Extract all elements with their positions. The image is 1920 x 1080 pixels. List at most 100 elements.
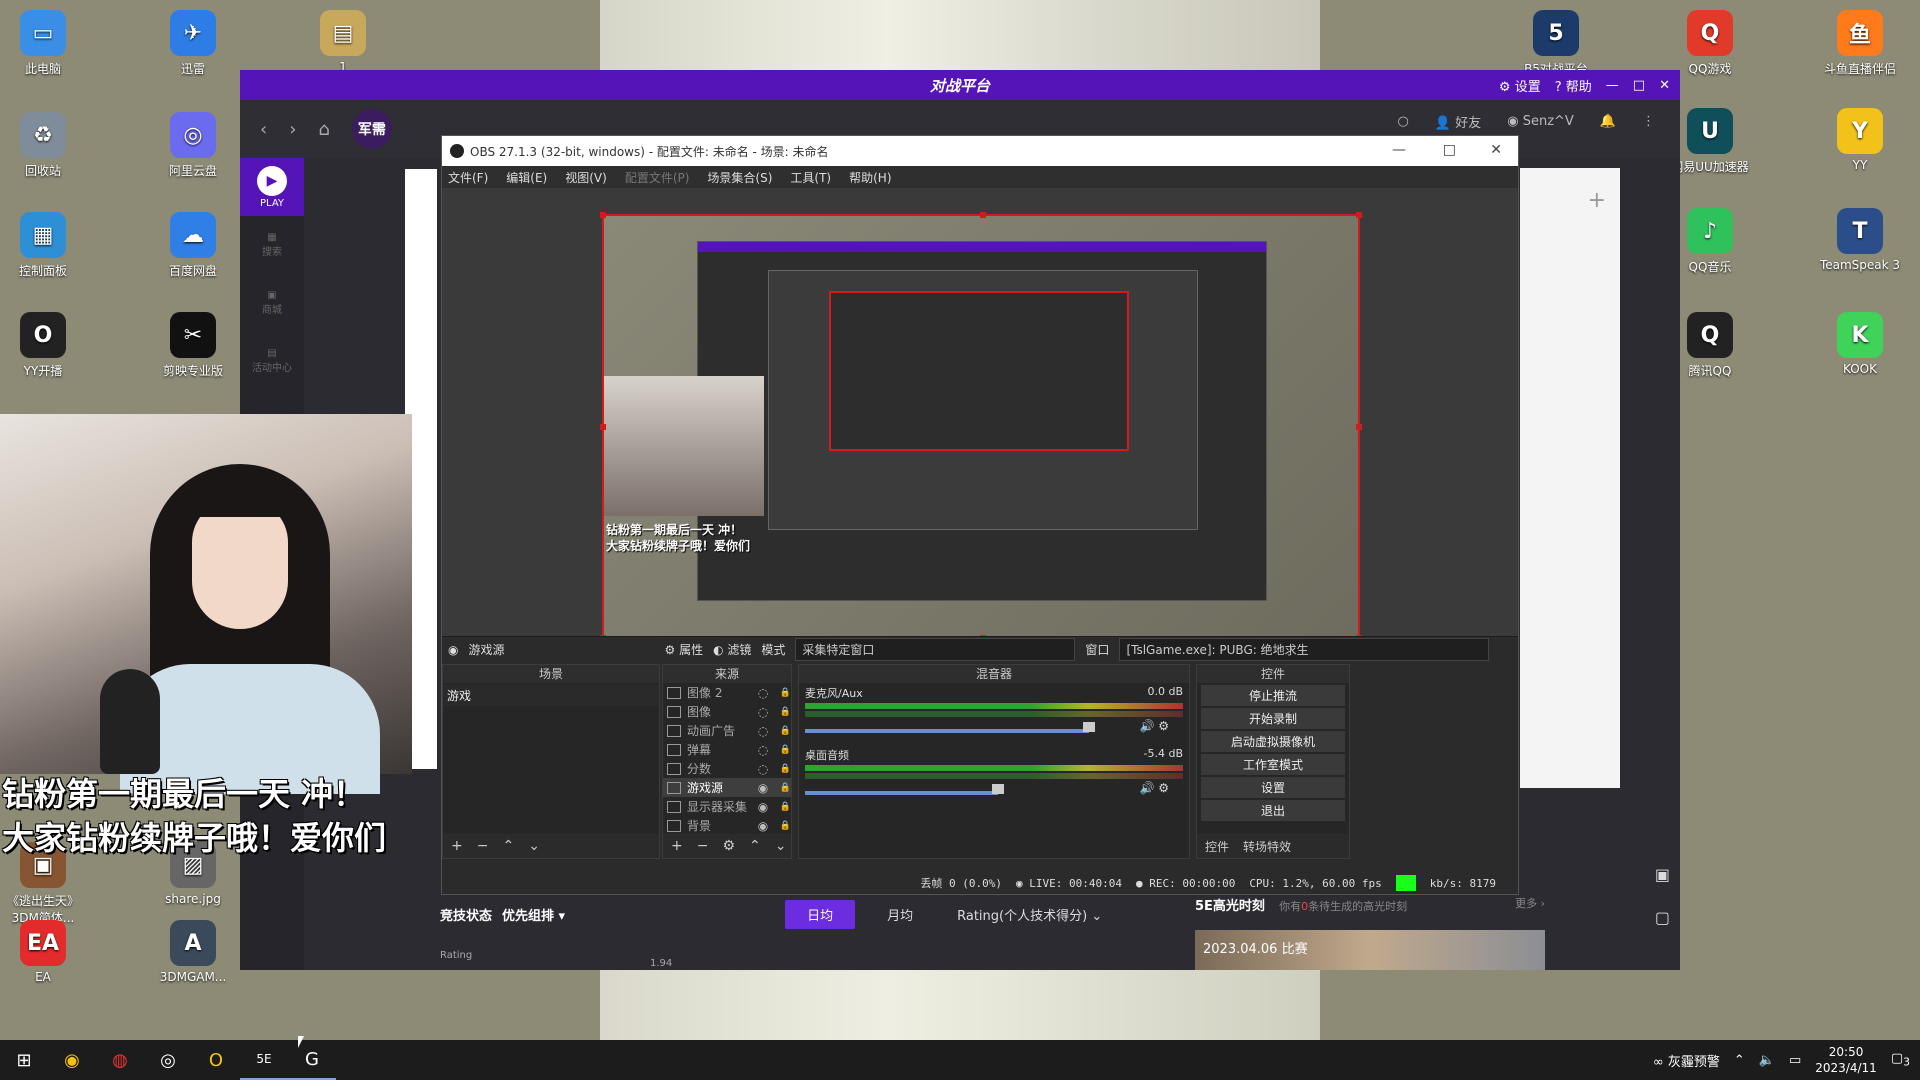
- move-up-icon[interactable]: ⌃: [502, 838, 514, 854]
- resize-handle[interactable]: [600, 212, 606, 218]
- back-arrow-icon[interactable]: ‹: [260, 119, 267, 140]
- bell-icon[interactable]: 🔔: [1600, 114, 1616, 129]
- netease-music-icon[interactable]: ◍: [96, 1040, 144, 1080]
- start-icon[interactable]: ⊞: [0, 1040, 48, 1080]
- resize-handle[interactable]: [600, 424, 606, 430]
- remove-scene-icon[interactable]: −: [477, 838, 489, 854]
- clock[interactable]: 20:50 2023/4/11: [1815, 1044, 1877, 1076]
- visibility-eye-icon[interactable]: ◌: [758, 743, 774, 757]
- add-source-icon[interactable]: +: [671, 838, 683, 854]
- filter-dropdown[interactable]: 优先组排 ▾: [502, 905, 565, 924]
- volume-slider[interactable]: [805, 790, 998, 795]
- more-link[interactable]: 更多 ›: [1515, 895, 1545, 911]
- desktop-icon[interactable]: Y YY: [1817, 108, 1903, 172]
- control-button[interactable]: 退出: [1201, 800, 1345, 821]
- speaker-icon[interactable]: 🔊 ⚙: [1139, 719, 1169, 733]
- source-row[interactable]: 图像 2 ◌ 🔒: [663, 683, 791, 702]
- desktop-icon[interactable]: 5 B5对战平台: [1513, 10, 1599, 77]
- control-button[interactable]: 启动虚拟摄像机: [1201, 731, 1345, 752]
- lock-icon[interactable]: 🔒: [780, 783, 791, 793]
- control-button[interactable]: 工作室模式: [1201, 754, 1345, 775]
- volume-slider[interactable]: [805, 728, 1089, 733]
- visibility-eye-icon[interactable]: ◉: [758, 781, 774, 795]
- visibility-eye-icon[interactable]: ◌: [758, 762, 774, 776]
- obs-taskbar-icon[interactable]: ◎: [144, 1040, 192, 1080]
- highlight-card[interactable]: 2023.04.06 比赛: [1195, 930, 1545, 970]
- yy-taskbar-icon[interactable]: O: [192, 1040, 240, 1080]
- desktop-icon[interactable]: O YY开播: [0, 312, 86, 379]
- lock-icon[interactable]: 🔒: [780, 764, 791, 774]
- control-button[interactable]: 设置: [1201, 777, 1345, 798]
- friends-button[interactable]: 👤 好友: [1435, 112, 1481, 131]
- obs-menu-item[interactable]: 场景集合(S): [707, 169, 772, 186]
- source-row[interactable]: 游戏源 ◉ 🔒: [663, 778, 791, 797]
- source-row[interactable]: 显示器采集 ◉ 🔒: [663, 797, 791, 816]
- sidebar-item-play[interactable]: ▶ PLAY: [240, 158, 304, 216]
- lock-icon[interactable]: 🔒: [780, 745, 791, 755]
- volume-knob[interactable]: [991, 783, 1004, 794]
- obs-menu-item[interactable]: 编辑(E): [506, 169, 547, 186]
- preview-source-frame[interactable]: 钻粉第一期最后一天 冲！ 大家钻粉续牌子哦！爱你们: [600, 212, 1362, 641]
- network-icon[interactable]: ▭: [1789, 1053, 1801, 1068]
- obs-menu-item[interactable]: 配置文件(P): [625, 169, 690, 186]
- sidebar-item-events[interactable]: ▤ 活动中心: [240, 332, 304, 390]
- visibility-eye-icon[interactable]: ◉: [758, 800, 774, 814]
- visibility-eye-icon[interactable]: ◌: [758, 686, 774, 700]
- controls-tab[interactable]: 转场特效: [1243, 838, 1291, 855]
- chrome-icon[interactable]: ◉: [48, 1040, 96, 1080]
- scene-item[interactable]: 游戏: [443, 685, 659, 706]
- resize-handle[interactable]: [1356, 212, 1362, 218]
- source-settings-icon[interactable]: ⚙: [722, 838, 735, 854]
- source-row[interactable]: 弹幕 ◌ 🔒: [663, 740, 791, 759]
- filters-button[interactable]: ◐ 滤镜: [713, 641, 751, 658]
- source-row[interactable]: 分数 ◌ 🔒: [663, 759, 791, 778]
- resize-handle[interactable]: [980, 212, 986, 218]
- obs-menu-item[interactable]: 工具(T): [790, 169, 831, 186]
- forward-arrow-icon[interactable]: ›: [289, 119, 296, 140]
- obs-menu-item[interactable]: 帮助(H): [849, 169, 891, 186]
- weather-alert[interactable]: ∞ 灰霾预警: [1653, 1051, 1720, 1070]
- 5e-taskbar-icon[interactable]: 5E: [240, 1040, 288, 1080]
- move-up-icon[interactable]: ⌃: [749, 838, 761, 854]
- help-link[interactable]: ? 帮助: [1555, 76, 1592, 95]
- home-icon[interactable]: ⌂: [318, 119, 329, 140]
- remove-source-icon[interactable]: −: [697, 838, 709, 854]
- desktop-icon[interactable]: A 3DMGAM...: [150, 920, 236, 984]
- lock-icon[interactable]: 🔒: [780, 802, 791, 812]
- desktop-icon[interactable]: 鱼斗鱼直播伴侣: [1817, 10, 1903, 77]
- desktop-icon[interactable]: Q QQ游戏: [1667, 10, 1753, 77]
- user-profile[interactable]: ◉ Senz^V: [1507, 114, 1574, 129]
- resize-handle[interactable]: [1356, 424, 1362, 430]
- volume-icon[interactable]: 🔈: [1759, 1053, 1775, 1068]
- source-row[interactable]: 动画广告 ◌ 🔒: [663, 721, 791, 740]
- sidebar-item-search[interactable]: ▦ 搜索: [240, 216, 304, 274]
- search-icon[interactable]: ○: [1398, 114, 1409, 129]
- desktop-icon[interactable]: ◎ 阿里云盘: [150, 112, 236, 179]
- desktop-icon[interactable]: ▭ 此电脑: [0, 10, 86, 77]
- controls-tab[interactable]: 控件: [1205, 838, 1229, 855]
- source-row[interactable]: 背景 ◉ 🔒: [663, 816, 791, 835]
- obs-menu-item[interactable]: 文件(F): [448, 169, 488, 186]
- obs-menu-item[interactable]: 视图(V): [565, 169, 607, 186]
- control-button[interactable]: 开始录制: [1201, 708, 1345, 729]
- move-down-icon[interactable]: ⌄: [528, 838, 540, 854]
- properties-button[interactable]: ⚙ 属性: [665, 641, 704, 658]
- desktop-icon[interactable]: ✂ 剪映专业版: [150, 312, 236, 379]
- desktop-icon[interactable]: EA EA: [0, 920, 86, 984]
- volume-knob[interactable]: [1082, 721, 1095, 732]
- visibility-eye-icon[interactable]: ◌: [758, 705, 774, 719]
- source-row[interactable]: 图像 ◌ 🔒: [663, 702, 791, 721]
- desktop-icon[interactable]: K KOOK: [1817, 312, 1903, 376]
- lock-icon[interactable]: 🔒: [780, 821, 791, 831]
- camera-icon[interactable]: ▣: [1655, 865, 1670, 884]
- desktop-icon[interactable]: T TeamSpeak 3: [1817, 208, 1903, 272]
- nav-badge[interactable]: 军需: [351, 109, 392, 149]
- chat-icon[interactable]: ▢: [1655, 908, 1670, 927]
- obs-close-icon[interactable]: ✕: [1490, 142, 1502, 158]
- add-scene-icon[interactable]: +: [451, 838, 463, 854]
- visibility-eye-icon[interactable]: ◌: [758, 724, 774, 738]
- settings-link[interactable]: ⚙ 设置: [1499, 76, 1541, 95]
- lock-icon[interactable]: 🔒: [780, 707, 791, 717]
- lock-icon[interactable]: 🔒: [780, 688, 791, 698]
- tab-daily[interactable]: 日均: [785, 900, 856, 929]
